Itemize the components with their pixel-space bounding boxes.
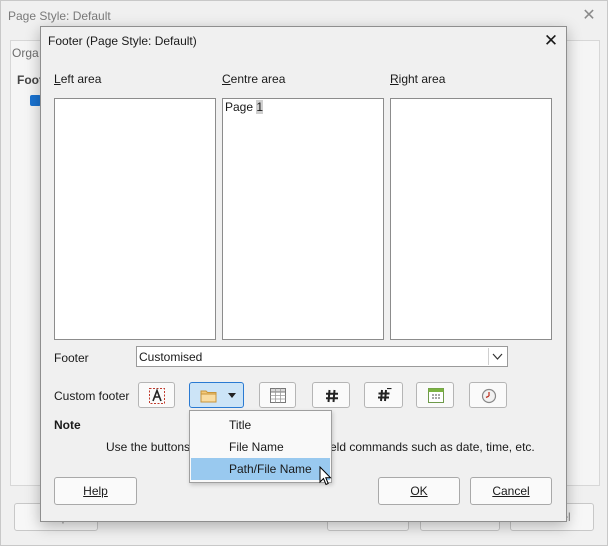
text-attributes-icon <box>149 388 165 404</box>
menu-item-file-name[interactable]: File Name <box>191 436 330 458</box>
dialog-title: Footer (Page Style: Default) <box>48 34 197 48</box>
background-tab-organizer[interactable]: Orga <box>12 46 39 60</box>
page-number-field: 1 <box>256 100 264 114</box>
page-number-icon <box>326 389 338 403</box>
right-area-editor[interactable] <box>390 98 552 340</box>
ok-button[interactable]: OK <box>378 477 460 505</box>
menu-item-path-file-name[interactable]: Path/File Name <box>191 458 330 480</box>
background-dialog-title: Page Style: Default <box>8 9 111 23</box>
note-text: Use the buttons t <box>106 440 197 454</box>
mouse-cursor-icon <box>319 466 332 486</box>
close-icon[interactable]: ✕ <box>541 31 561 51</box>
page-count-button[interactable] <box>364 382 403 408</box>
page-number-button[interactable] <box>312 382 350 408</box>
file-name-dropdown-button[interactable] <box>189 382 244 408</box>
note-title: Note <box>54 418 81 432</box>
left-area-editor[interactable] <box>54 98 216 340</box>
chevron-down-icon[interactable] <box>488 348 506 365</box>
footer-select-value: Customised <box>139 350 203 364</box>
file-name-menu: Title File Name Path/File Name <box>189 410 332 483</box>
time-button[interactable] <box>469 382 507 408</box>
table-icon <box>270 388 286 403</box>
page-count-icon <box>378 388 392 402</box>
cancel-button[interactable]: Cancel <box>470 477 552 505</box>
footer-label: Footer <box>54 351 89 365</box>
footer-select[interactable]: Customised <box>136 346 508 367</box>
sheet-name-button[interactable] <box>259 382 296 408</box>
note-text-continued: eld commands such as date, time, etc. <box>330 440 535 454</box>
text-attributes-button[interactable] <box>138 382 175 408</box>
caret-down-icon <box>228 393 236 398</box>
background-close-icon[interactable]: ✕ <box>580 7 598 25</box>
centre-area-text: Page 1 <box>225 100 264 114</box>
custom-footer-label: Custom footer <box>54 389 130 403</box>
centre-area-label: Centre area <box>222 72 286 86</box>
folder-icon <box>200 390 217 403</box>
date-icon <box>428 388 444 403</box>
left-area-label: Left area <box>54 72 102 86</box>
centre-area-editor[interactable]: Page 1 <box>222 98 384 340</box>
help-button[interactable]: Help <box>54 477 137 505</box>
date-button[interactable] <box>416 382 454 408</box>
menu-item-title[interactable]: Title <box>191 414 330 436</box>
right-area-label: Right area <box>390 72 446 86</box>
time-icon <box>481 388 497 404</box>
